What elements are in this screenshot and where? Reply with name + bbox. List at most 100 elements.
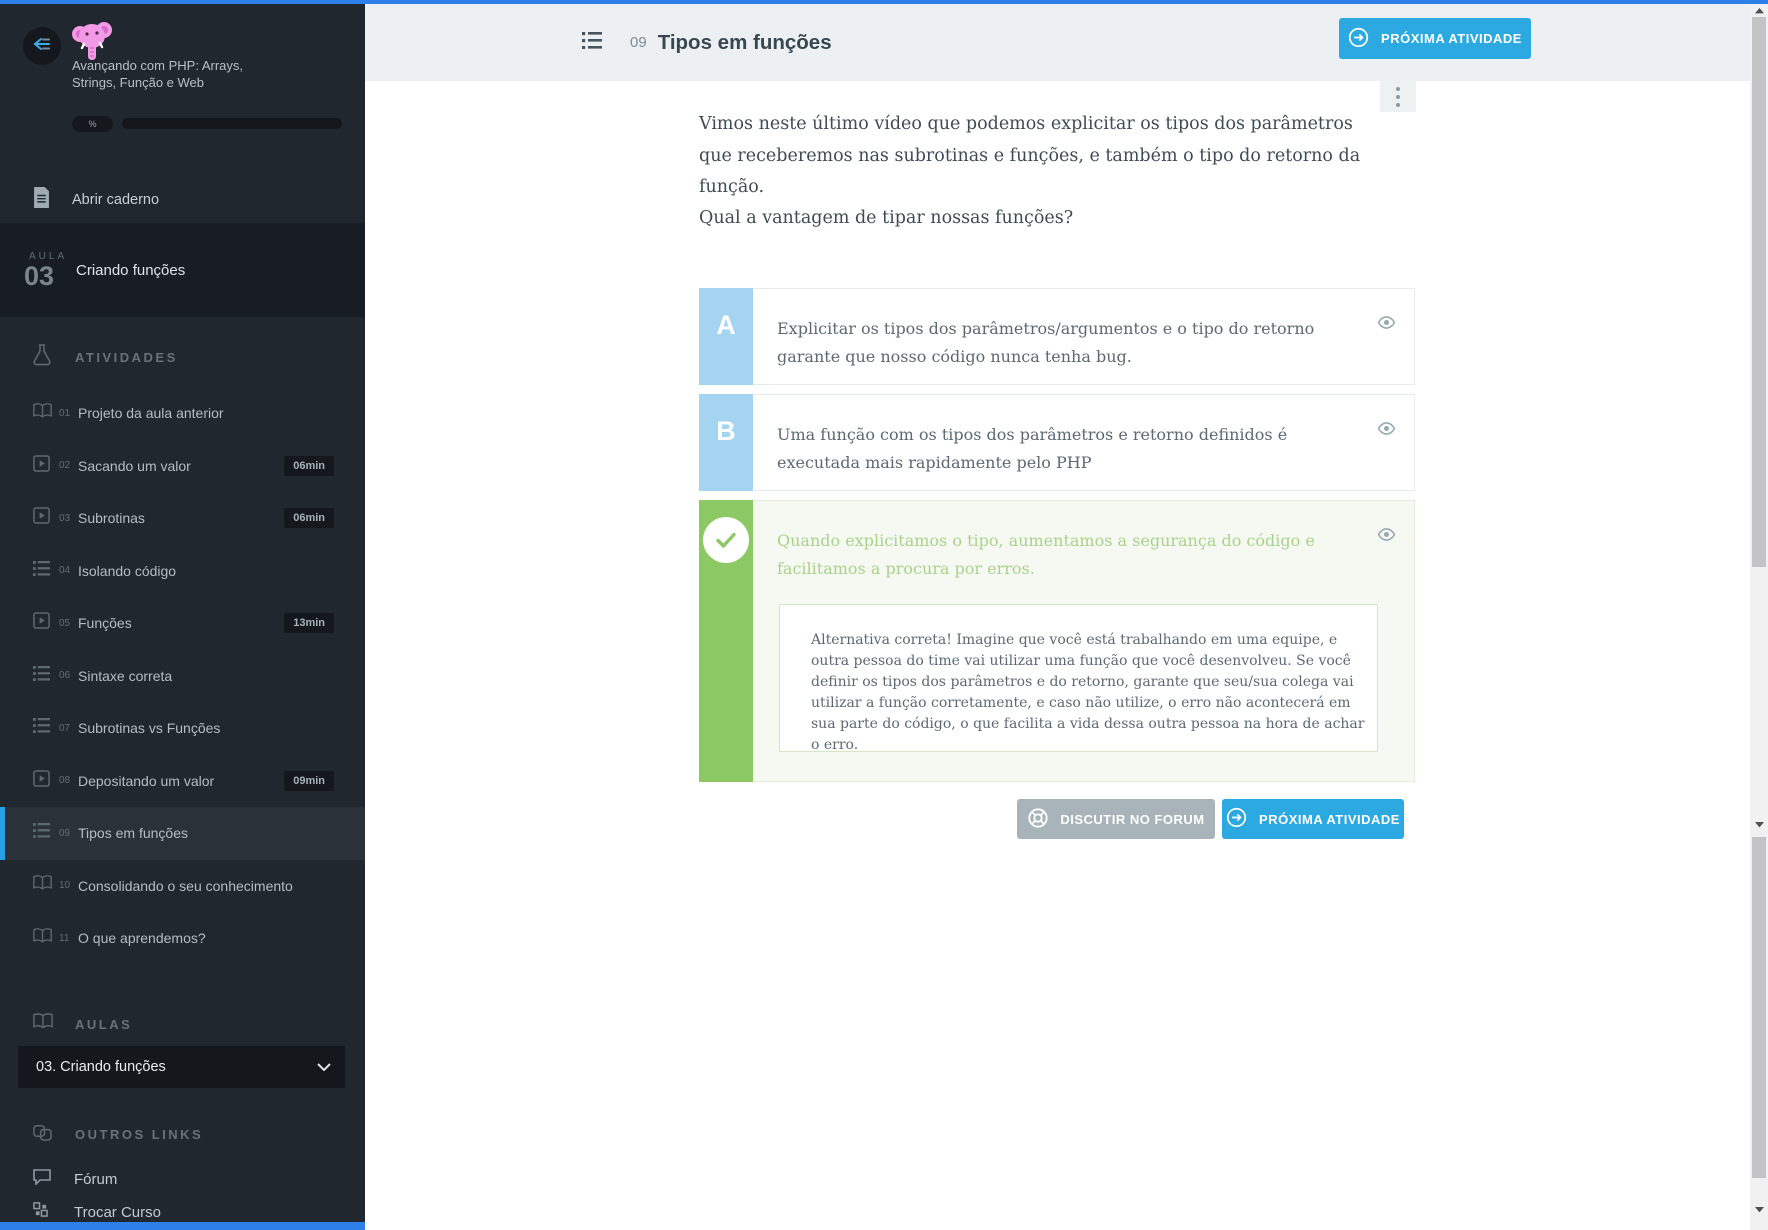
sidebar-activity-11[interactable]: 11O que aprendemos? <box>0 912 365 965</box>
list-icon <box>33 823 52 843</box>
activity-item-number: 01 <box>59 408 75 419</box>
chevron-down-icon <box>317 1058 331 1076</box>
link-icon <box>33 1122 51 1146</box>
activity-number: 09 <box>630 34 647 51</box>
life-ring-icon <box>1027 807 1048 832</box>
list-icon <box>582 32 602 54</box>
option-letter-box <box>699 500 753 782</box>
sidebar-activity-02[interactable]: 02Sacando um valor 06min <box>0 440 365 493</box>
sidebar-activity-08[interactable]: 08Depositando um valor09min <box>0 755 365 808</box>
discuss-forum-button[interactable]: DISCUTIR NO FORUM <box>1017 799 1215 839</box>
option-body: Uma função com os tipos dos parâmetros e… <box>753 394 1415 491</box>
activity-item-label: Projeto da aula anterior <box>78 405 224 421</box>
discuss-forum-label: DISCUTIR NO FORUM <box>1060 812 1204 827</box>
answer-option-a[interactable]: A Explicitar os tipos dos parâmetros/argu… <box>699 288 1415 385</box>
scrollbar-thumb[interactable] <box>1752 837 1766 1178</box>
chat-bubble-icon <box>33 1169 51 1190</box>
activities-section-label: ATIVIDADES <box>75 350 178 365</box>
option-body: Explicitar os tipos dos parâmetros/argum… <box>753 288 1415 385</box>
option-letter-box: B <box>699 394 753 491</box>
activities-section-header: ATIVIDADES <box>0 345 365 369</box>
answer-feedback-text: Alternativa correta! Imagine que você es… <box>811 630 1368 756</box>
answer-option-b[interactable]: BUma função com os tipos dos parâmetros … <box>699 394 1415 491</box>
list-icon <box>33 561 52 581</box>
scroll-down-arrow[interactable] <box>1750 818 1768 832</box>
activity-item-number: 02 <box>59 460 75 471</box>
more-options-button[interactable] <box>1380 81 1416 112</box>
sidebar-item-forum[interactable]: Fórum <box>0 1165 365 1193</box>
question-paragraph: Vimos neste último vídeo que podemos exp… <box>699 109 1367 204</box>
sidebar-activity-04[interactable]: 04Isolando código <box>0 545 365 598</box>
option-body: Quando explicitamos o tipo, aumentamos a… <box>753 500 1415 782</box>
activity-item-number: 07 <box>59 723 75 734</box>
lesson-select-value: 03. Criando funções <box>36 1059 166 1075</box>
activity-item-number: 11 <box>59 933 75 944</box>
option-letter: B <box>716 416 736 491</box>
activity-item-label: Tipos em funções <box>78 825 188 841</box>
sidebar-activity-10[interactable]: 10Consolidando o seu conhecimento <box>0 860 365 913</box>
video-icon <box>33 455 52 477</box>
activity-item-label: Isolando código <box>78 563 176 579</box>
next-activity-button-bottom[interactable]: PRÓXIMA ATIVIDADE <box>1222 799 1404 839</box>
lessons-section-header: AULAS <box>0 1012 365 1036</box>
option-text: Quando explicitamos o tipo, aumentamos a… <box>777 527 1325 583</box>
book-open-icon <box>33 928 52 949</box>
option-letter-box: A <box>699 288 753 385</box>
scroll-up-arrow[interactable] <box>1750 4 1768 18</box>
duration-badge: 06min <box>284 456 334 476</box>
book-open-icon <box>33 875 52 896</box>
correct-check-icon <box>703 517 749 563</box>
course-title: Avançando com PHP: Arrays, Strings, Funç… <box>72 58 254 91</box>
activity-item-label: Subrotinas vs Funções <box>78 720 220 736</box>
activity-item-number: 03 <box>59 513 75 524</box>
activity-item-number: 09 <box>59 828 75 839</box>
eye-icon[interactable] <box>1377 313 1396 332</box>
book-icon <box>33 1013 51 1034</box>
scroll-down-arrow[interactable] <box>1750 1203 1768 1217</box>
activity-item-label: Sintaxe correta <box>78 668 172 684</box>
answer-feedback-box: Alternativa correta! Imagine que você es… <box>779 604 1378 752</box>
duration-badge: 06min <box>284 508 334 528</box>
activity-item-number: 06 <box>59 670 75 681</box>
lessons-section-label: AULAS <box>75 1017 132 1032</box>
other-links-section-header: OUTROS LINKS <box>0 1122 365 1146</box>
option-letter: A <box>716 310 736 385</box>
eye-icon[interactable] <box>1377 525 1396 544</box>
forum-link-label: Fórum <box>74 1171 117 1188</box>
sidebar-activity-06[interactable]: 06Sintaxe correta <box>0 650 365 703</box>
answer-option-correct[interactable]: Quando explicitamos o tipo, aumentamos a… <box>699 500 1415 782</box>
sidebar-activity-03[interactable]: 03Subrotinas06min <box>0 492 365 545</box>
collapse-sidebar-button[interactable] <box>23 27 61 65</box>
video-icon <box>33 770 52 792</box>
eye-icon[interactable] <box>1377 419 1396 438</box>
progress-percent-badge: % <box>72 116 113 132</box>
sidebar: Avançando com PHP: Arrays, Strings, Funç… <box>0 4 365 1230</box>
video-icon <box>33 612 52 634</box>
next-activity-button-top[interactable]: PRÓXIMA ATIVIDADE <box>1339 18 1531 59</box>
kebab-icon <box>1396 87 1400 107</box>
sidebar-activity-01[interactable]: 01Projeto da aula anterior <box>0 387 365 440</box>
flask-icon <box>33 344 51 371</box>
activity-item-number: 10 <box>59 880 75 891</box>
list-icon <box>33 718 52 738</box>
activity-item-label: Sacando um valor <box>78 458 191 474</box>
circle-arrow-right-icon <box>1226 807 1247 831</box>
sidebar-activity-05[interactable]: 05Funções13min <box>0 597 365 650</box>
lesson-select[interactable]: 03. Criando funções <box>18 1046 345 1088</box>
activity-header: 09 Tipos em funções PRÓXIMA ATIVIDADE <box>365 4 1750 81</box>
activity-item-label: O que aprendemos? <box>78 930 206 946</box>
option-text: Explicitar os tipos dos parâmetros/argum… <box>777 315 1369 371</box>
current-lesson-banner: AULA 03 Criando funções <box>0 223 365 317</box>
scrollbar-thumb[interactable] <box>1752 17 1766 567</box>
question-prompt: Qual a vantagem de tipar nossas funções? <box>699 208 1367 228</box>
activity-list: 01Projeto da aula anterior02Sacando um v… <box>0 387 365 965</box>
activity-item-number: 08 <box>59 775 75 786</box>
video-icon <box>33 507 52 529</box>
open-notebook-button[interactable]: Abrir caderno <box>0 180 365 220</box>
sidebar-activity-07[interactable]: 07Subrotinas vs Funções <box>0 702 365 755</box>
next-activity-label-top: PRÓXIMA ATIVIDADE <box>1381 31 1522 46</box>
next-activity-label-bottom: PRÓXIMA ATIVIDADE <box>1259 812 1400 827</box>
lesson-number: 03 <box>24 261 54 292</box>
collapse-arrow-icon <box>32 36 52 57</box>
sidebar-activity-09[interactable]: 09Tipos em funções <box>0 807 365 860</box>
